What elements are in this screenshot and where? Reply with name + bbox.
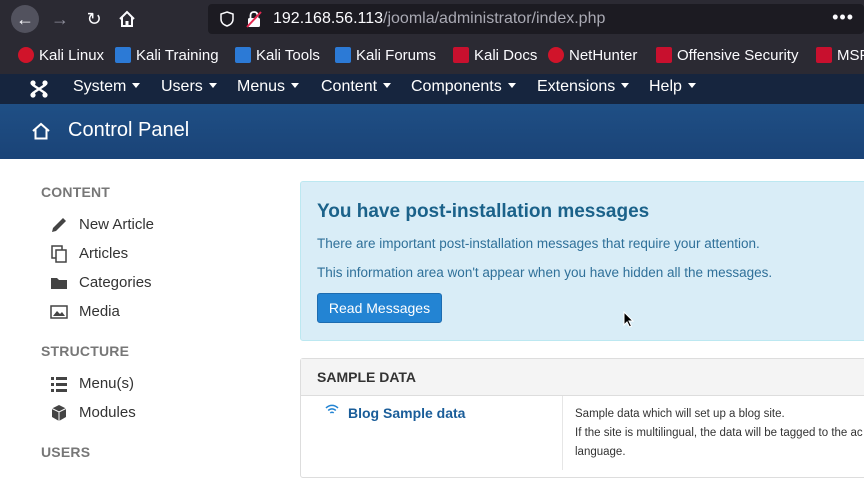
menu-help[interactable]: Help [649,78,696,96]
menu-system[interactable]: System [73,78,141,96]
sample-data-row: Blog Sample data Sample data which will … [301,396,864,470]
bookmark-nethunter[interactable]: NetHunter [548,47,637,64]
menu-content[interactable]: Content [321,78,392,96]
read-messages-button[interactable]: Read Messages [317,293,442,323]
sidebar-item-label: Menu(s) [79,375,135,392]
bookmark-label: NetHunter [569,47,638,64]
back-button[interactable]: ← [11,5,39,33]
bookmark-label: MSF [837,47,864,64]
list-icon [51,377,67,392]
panel-title: SAMPLE DATA [317,369,417,385]
caret-down-icon [621,83,630,88]
forward-button[interactable]: → [46,5,74,33]
menu-label: Content [321,78,378,95]
home-icon [32,122,50,140]
mouse-cursor-icon [623,311,634,328]
blog-sample-data-link[interactable]: Blog Sample data [348,405,465,421]
caret-down-icon [291,83,300,88]
caret-down-icon [208,83,217,88]
articles-icon [51,245,67,263]
kali-dragon-icon [18,47,34,63]
bookmark-label: Kali Linux [39,47,105,64]
kali-docs-icon [453,47,469,63]
sidebar-heading-users: USERS [41,444,91,460]
folder-icon [51,278,67,289]
sample-data-panel: SAMPLE DATA Blog Sample data Sample data… [300,358,864,478]
post-install-alert: You have post-installation messages Ther… [300,181,864,341]
alert-message: This information area won't appear when … [317,265,773,280]
bookmark-label: Offensive Security [677,47,799,64]
kali-forums-icon [335,47,351,63]
column-divider [562,396,563,470]
pencil-icon [52,218,66,232]
caret-down-icon [132,83,141,88]
panel-header: SAMPLE DATA [301,359,864,396]
bookmark-kali-training[interactable]: Kali Training [115,47,219,64]
menu-users[interactable]: Users [161,78,217,96]
image-icon [50,305,68,319]
caret-down-icon [383,83,392,88]
url-host: 192.168.56.113 [273,10,384,27]
bookmark-msf[interactable]: MSF [816,47,864,64]
page-actions-button[interactable]: ••• [832,7,854,28]
row-description: Sample data which will set up a blog sit… [575,405,864,462]
bookmark-kali-docs[interactable]: Kali Docs [453,47,537,64]
cube-icon [51,405,67,421]
reload-icon: ↻ [86,9,102,29]
kali-tools-icon [235,47,251,63]
description-line: If the site is multilingual, the data wi… [575,427,863,439]
caret-down-icon [507,83,516,88]
description-line: Sample data which will set up a blog sit… [575,408,785,420]
kali-training-icon [115,47,131,63]
joomla-top-nav: System Users Menus Content Components Ex… [0,74,864,104]
sidebar-item-label: Categories [79,274,152,291]
offsec-icon [656,47,672,63]
sidebar-item-label: Modules [79,404,136,421]
insecure-lock-icon[interactable] [246,10,262,28]
arrow-right-icon: → [51,9,69,29]
url-text[interactable]: 192.168.56.113/joomla/administrator/inde… [273,10,605,28]
description-line: language. [575,446,626,458]
home-icon [119,10,135,27]
joomla-logo-icon[interactable] [30,80,48,98]
menu-menus[interactable]: Menus [237,78,300,96]
sidebar-heading-structure: STRUCTURE [41,343,130,359]
url-bar[interactable]: 192.168.56.113/joomla/administrator/inde… [208,4,864,34]
page-header: Control Panel [0,104,864,159]
bookmark-label: Kali Training [136,47,219,64]
bookmark-kali-forums[interactable]: Kali Forums [335,47,436,64]
nethunter-icon [548,47,564,63]
arrow-left-icon: ← [16,9,34,29]
menu-label: Components [411,78,502,95]
menu-label: System [73,78,127,95]
wifi-icon [325,404,339,414]
sidebar-item-label: Articles [79,245,129,262]
reload-button[interactable]: ↻ [80,5,108,33]
home-button[interactable] [113,5,141,33]
caret-down-icon [687,83,696,88]
bookmarks-bar: Kali Linux Kali Training Kali Tools Kali… [0,38,864,74]
browser-toolbar: ← → ↻ 192.168.56.113/joomla/administrato… [0,0,864,38]
bookmark-kali-linux[interactable]: Kali Linux [18,47,104,64]
bookmark-label: Kali Docs [474,47,538,64]
menu-label: Extensions [537,78,616,95]
alert-title: You have post-installation messages [317,201,650,222]
sidebar-item-label: Media [79,303,120,320]
bookmark-kali-tools[interactable]: Kali Tools [235,47,320,64]
menu-label: Users [161,78,203,95]
menu-extensions[interactable]: Extensions [537,78,630,96]
url-path: /joomla/administrator/index.php [383,10,606,27]
msf-icon [816,47,832,63]
bookmark-label: Kali Forums [356,47,437,64]
menu-label: Menus [237,78,286,95]
sidebar-item-label: New Article [79,216,155,233]
bookmark-offensive-security[interactable]: Offensive Security [656,47,798,64]
shield-icon[interactable] [220,11,234,27]
alert-message: There are important post-installation me… [317,236,760,251]
sidebar-heading-content: CONTENT [41,184,111,200]
page-title: Control Panel [68,119,190,141]
bookmark-label: Kali Tools [256,47,320,64]
menu-components[interactable]: Components [411,78,516,96]
menu-label: Help [649,78,682,95]
